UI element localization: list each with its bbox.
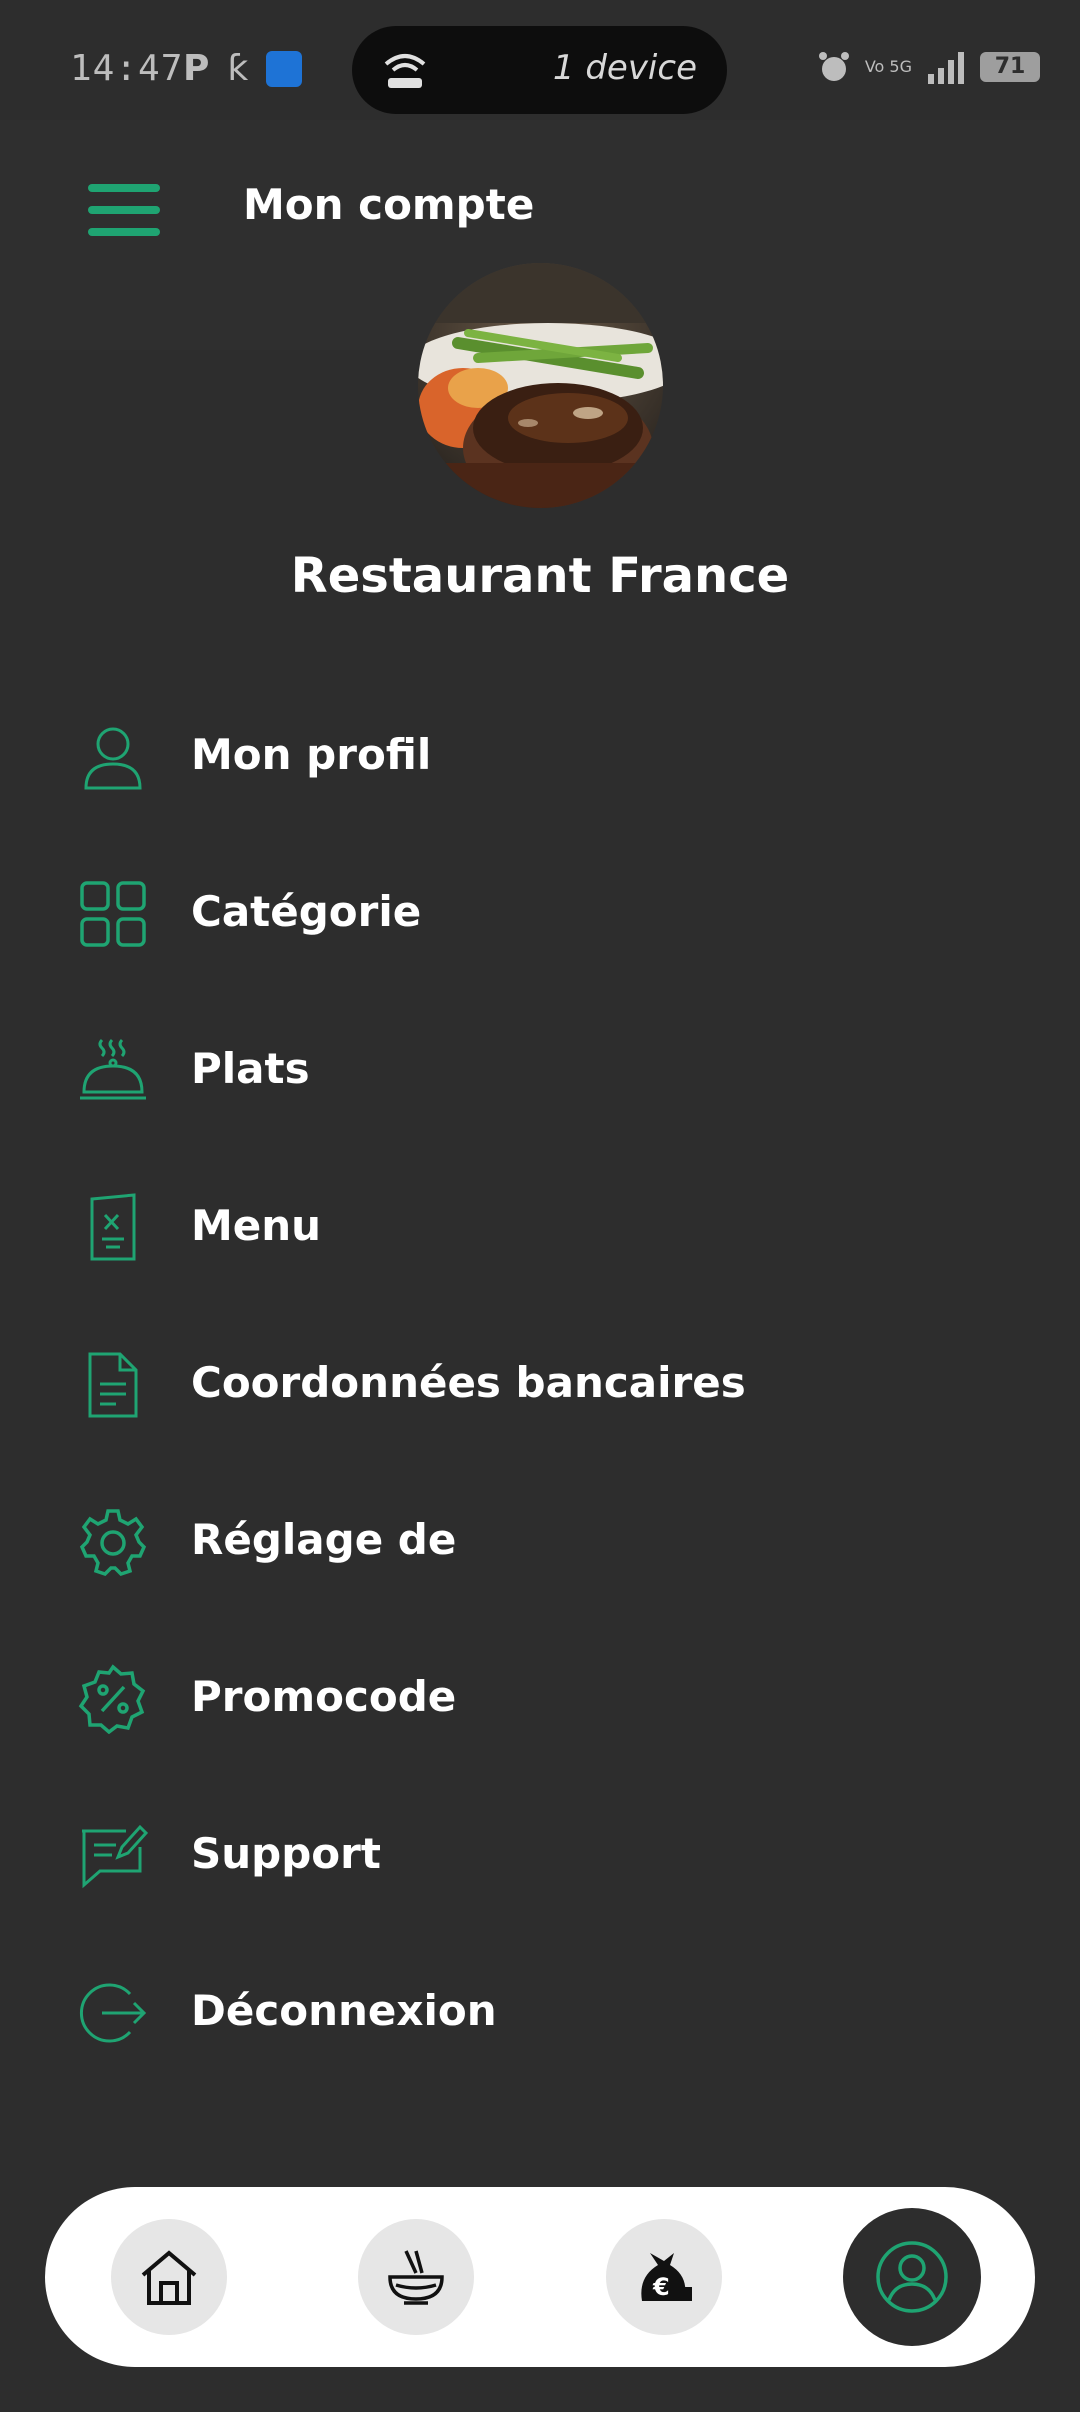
menu-item-label: Catégorie — [191, 887, 422, 936]
hamburger-menu-icon[interactable] — [88, 184, 160, 236]
logout-icon — [80, 1983, 147, 2043]
food-photo — [418, 263, 663, 508]
cloche-icon — [80, 1038, 146, 1100]
alarm-icon — [818, 52, 849, 81]
restaurant-name: Restaurant France — [290, 548, 790, 604]
promo-badge-icon — [78, 1664, 146, 1734]
nav-account[interactable] — [843, 2208, 981, 2346]
status-system-icons: Vo 5G 71 — [817, 50, 1040, 84]
hotspot-device-count: 1 device — [552, 48, 697, 88]
volte-indicator: Vo 5G — [864, 57, 912, 76]
page-title: Mon compte — [243, 180, 535, 229]
menu-item-reglage[interactable]: Réglage de — [0, 1475, 1080, 1605]
status-bar: 14:47 P ƙ 1 device Vo 5G 71 — [0, 0, 1080, 120]
k-app-icon: ƙ — [227, 48, 249, 89]
grid-icon — [80, 881, 146, 947]
menu-item-support[interactable]: Support — [0, 1789, 1080, 1919]
menu-item-label: Coordonnées bancaires — [191, 1358, 746, 1407]
menu-item-categorie[interactable]: Catégorie — [0, 847, 1080, 977]
battery-indicator: 71 — [980, 52, 1040, 82]
nav-plats[interactable] — [358, 2219, 474, 2335]
menu-item-plats[interactable]: Plats — [0, 1004, 1080, 1134]
hotspot-icon — [384, 54, 426, 88]
gear-icon — [79, 1509, 147, 1577]
restaurant-avatar[interactable] — [418, 263, 663, 508]
hotspot-pill[interactable]: 1 device — [352, 26, 727, 114]
user-icon — [84, 727, 142, 790]
menu-item-label: Menu — [191, 1201, 322, 1250]
message-edit-icon — [82, 1824, 148, 1889]
status-notification-icons: P ƙ — [183, 48, 303, 89]
android-icon — [266, 50, 303, 87]
account-icon — [876, 2241, 948, 2313]
bottom-navigation: € — [45, 2187, 1035, 2367]
menu-item-label: Réglage de — [191, 1515, 457, 1564]
status-time: 14:47 — [70, 48, 184, 89]
menu-item-label: Plats — [191, 1044, 310, 1093]
document-icon — [88, 1352, 138, 1418]
menu-item-label: Promocode — [191, 1672, 457, 1721]
parking-icon: P — [183, 48, 210, 89]
menu-item-coordonnees-bancaires[interactable]: Coordonnées bancaires — [0, 1318, 1080, 1448]
menu-item-deconnexion[interactable]: Déconnexion — [0, 1946, 1080, 2076]
home-icon — [141, 2250, 197, 2305]
menu-item-menu[interactable]: Menu — [0, 1161, 1080, 1291]
signal-icon — [928, 52, 964, 84]
nav-earnings[interactable]: € — [606, 2219, 722, 2335]
menu-item-mon-profil[interactable]: Mon profil — [0, 690, 1080, 820]
money-bag-euro-icon: € — [641, 2253, 692, 2301]
menu-item-promocode[interactable]: Promocode — [0, 1632, 1080, 1762]
svg-text:€: € — [652, 2273, 670, 2301]
menu-card-icon — [90, 1193, 136, 1261]
menu-item-label: Support — [191, 1829, 381, 1878]
nav-home[interactable] — [111, 2219, 227, 2335]
noodle-bowl-icon — [388, 2250, 444, 2305]
menu-item-label: Déconnexion — [191, 1986, 497, 2035]
menu-item-label: Mon profil — [191, 730, 432, 779]
